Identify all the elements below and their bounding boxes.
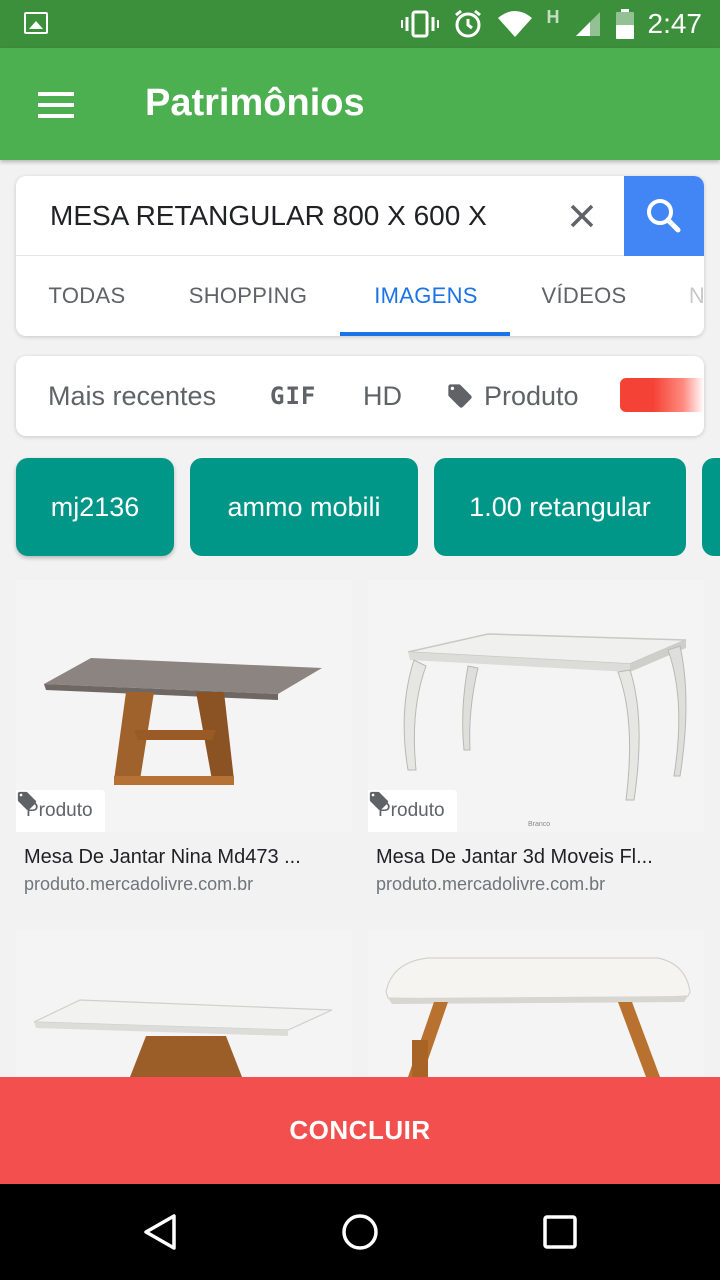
- clock: 2:47: [647, 8, 703, 39]
- chip-more[interactable]: [702, 458, 720, 556]
- tab-next[interactable]: N: [682, 256, 704, 336]
- product-badge: Produto: [368, 790, 457, 832]
- search-row: [16, 176, 704, 256]
- filter-product-label: Produto: [484, 381, 579, 411]
- tab-videos[interactable]: VÍDEOS: [524, 256, 644, 336]
- close-icon[interactable]: [564, 198, 600, 234]
- result-image: Produto: [16, 580, 352, 832]
- tab-shopping[interactable]: SHOPPING: [178, 256, 318, 336]
- product-badge: Produto: [16, 790, 105, 832]
- home-icon[interactable]: [340, 1212, 380, 1252]
- result-source: produto.mercadolivre.com.br: [376, 874, 606, 894]
- result-image: [368, 930, 704, 1077]
- search-card: TODAS SHOPPING IMAGENS VÍDEOS N: [16, 176, 704, 336]
- filter-hd[interactable]: HD: [363, 356, 402, 436]
- status-bar: H 2:47: [0, 0, 720, 48]
- app-title: Patrimônios: [145, 82, 365, 124]
- navigation-bar: [0, 1184, 720, 1280]
- back-icon[interactable]: [140, 1212, 180, 1252]
- tab-imagens[interactable]: IMAGENS: [356, 256, 496, 336]
- menu-icon[interactable]: [38, 92, 74, 118]
- result-title: Mesa De Jantar Nina Md473 ...: [24, 846, 301, 868]
- filter-card: Mais recentes GIF HD Produto: [16, 356, 704, 436]
- tab-todas[interactable]: TODAS: [34, 256, 140, 336]
- network-type-label: H: [546, 6, 560, 27]
- result-image: Branco Produto: [368, 580, 704, 832]
- battery-icon: [615, 9, 634, 39]
- status-icons: H 2:47: [400, 0, 703, 48]
- color-filter-swatch[interactable]: [620, 378, 704, 412]
- active-tab-indicator: [340, 332, 510, 336]
- search-button[interactable]: [624, 176, 704, 256]
- chip-retangular[interactable]: 1.00 retangular: [434, 458, 686, 556]
- wifi-icon: [497, 11, 532, 37]
- chip-mj2136[interactable]: mj2136: [16, 458, 174, 556]
- tag-icon: [17, 791, 37, 811]
- tag-icon: [448, 384, 472, 408]
- tab-bar: TODAS SHOPPING IMAGENS VÍDEOS N: [16, 256, 704, 336]
- image-caption: Branco: [528, 821, 550, 828]
- alarm-icon: [454, 9, 481, 38]
- filter-product[interactable]: Produto: [446, 356, 579, 436]
- result-card[interactable]: [16, 930, 352, 1077]
- tag-icon: [369, 791, 389, 811]
- result-card[interactable]: Branco Produto Mesa De Jantar 3d Moveis …: [368, 580, 704, 900]
- chip-ammo-mobili[interactable]: ammo mobili: [190, 458, 418, 556]
- vibrate-icon: [400, 10, 439, 38]
- result-image: [16, 930, 352, 1077]
- result-card[interactable]: Produto Mesa De Jantar Nina Md473 ... pr…: [16, 580, 352, 900]
- search-icon: [647, 199, 681, 233]
- filter-gif[interactable]: GIF: [270, 356, 316, 436]
- recents-icon[interactable]: [540, 1212, 580, 1252]
- gallery-icon: [24, 12, 48, 34]
- filter-recent[interactable]: Mais recentes: [48, 356, 216, 436]
- app-bar: Patrimônios: [0, 48, 720, 160]
- result-title: Mesa De Jantar 3d Moveis Fl...: [376, 846, 653, 868]
- signal-icon: [575, 12, 600, 36]
- search-input[interactable]: [50, 196, 550, 236]
- result-card[interactable]: [368, 930, 704, 1077]
- result-source: produto.mercadolivre.com.br: [24, 874, 254, 894]
- concluir-button[interactable]: CONCLUIR: [0, 1077, 720, 1184]
